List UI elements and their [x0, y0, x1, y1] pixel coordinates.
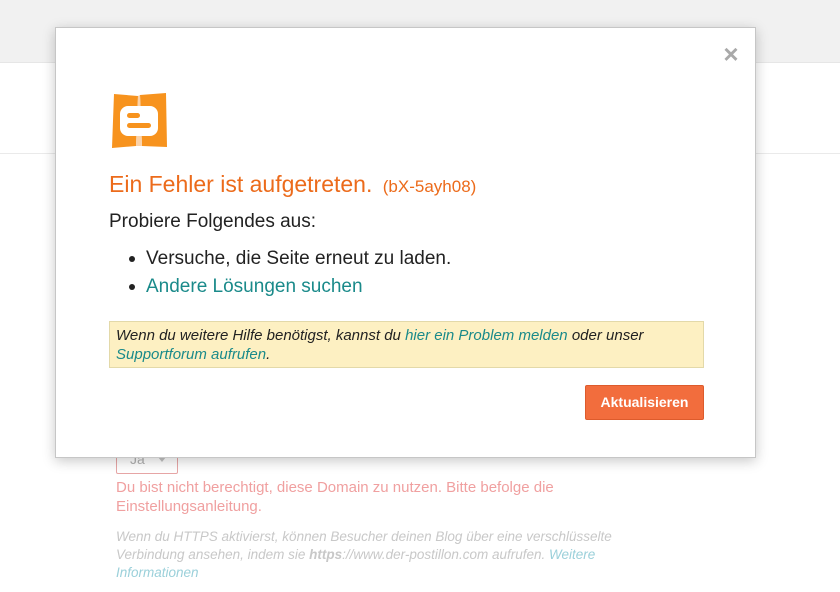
blogger-logo-icon [112, 93, 167, 148]
support-forum-link[interactable]: Supportforum aufrufen [116, 346, 266, 363]
help-suffix: . [266, 346, 271, 363]
list-item: Versuche, die Seite erneut zu laden. [109, 245, 451, 273]
https-info-url: ://www.der-postillon.com aufrufen. [342, 547, 549, 562]
error-dialog: × Ein Fehler ist aufgetreten. (bX-5ayh08… [55, 27, 756, 458]
close-button[interactable]: × [719, 40, 743, 68]
error-code: (bX-5ayh08) [382, 177, 477, 196]
list-item: Andere Lösungen suchen [109, 273, 451, 301]
instructions-heading: Probiere Folgendes aus: [109, 211, 317, 232]
https-info-text: Wenn du HTTPS aktivierst, können Besuche… [116, 528, 676, 582]
other-solutions-link[interactable]: Andere Lösungen suchen [146, 276, 363, 297]
help-middle: oder unser [567, 327, 644, 344]
step-reload-text: Versuche, die Seite erneut zu laden. [146, 248, 452, 269]
https-info-protocol: https [309, 547, 343, 562]
page: Ja Du bist nicht berechtigt, diese Domai… [0, 0, 840, 592]
error-title: Ein Fehler ist aufgetreten. (bX-5ayh08) [109, 171, 476, 198]
report-problem-link[interactable]: hier ein Problem melden [405, 327, 568, 344]
steps-list: Versuche, die Seite erneut zu laden. And… [109, 245, 451, 301]
refresh-button[interactable]: Aktualisieren [585, 385, 704, 420]
error-title-text: Ein Fehler ist aufgetreten. [109, 171, 373, 197]
domain-error-text: Du bist nicht berechtigt, diese Domain z… [116, 479, 554, 515]
help-box: Wenn du weitere Hilfe benötigst, kannst … [109, 321, 704, 368]
help-prefix: Wenn du weitere Hilfe benötigst, kannst … [116, 327, 406, 344]
bullet-icon [129, 284, 135, 290]
bullet-icon [129, 256, 135, 262]
